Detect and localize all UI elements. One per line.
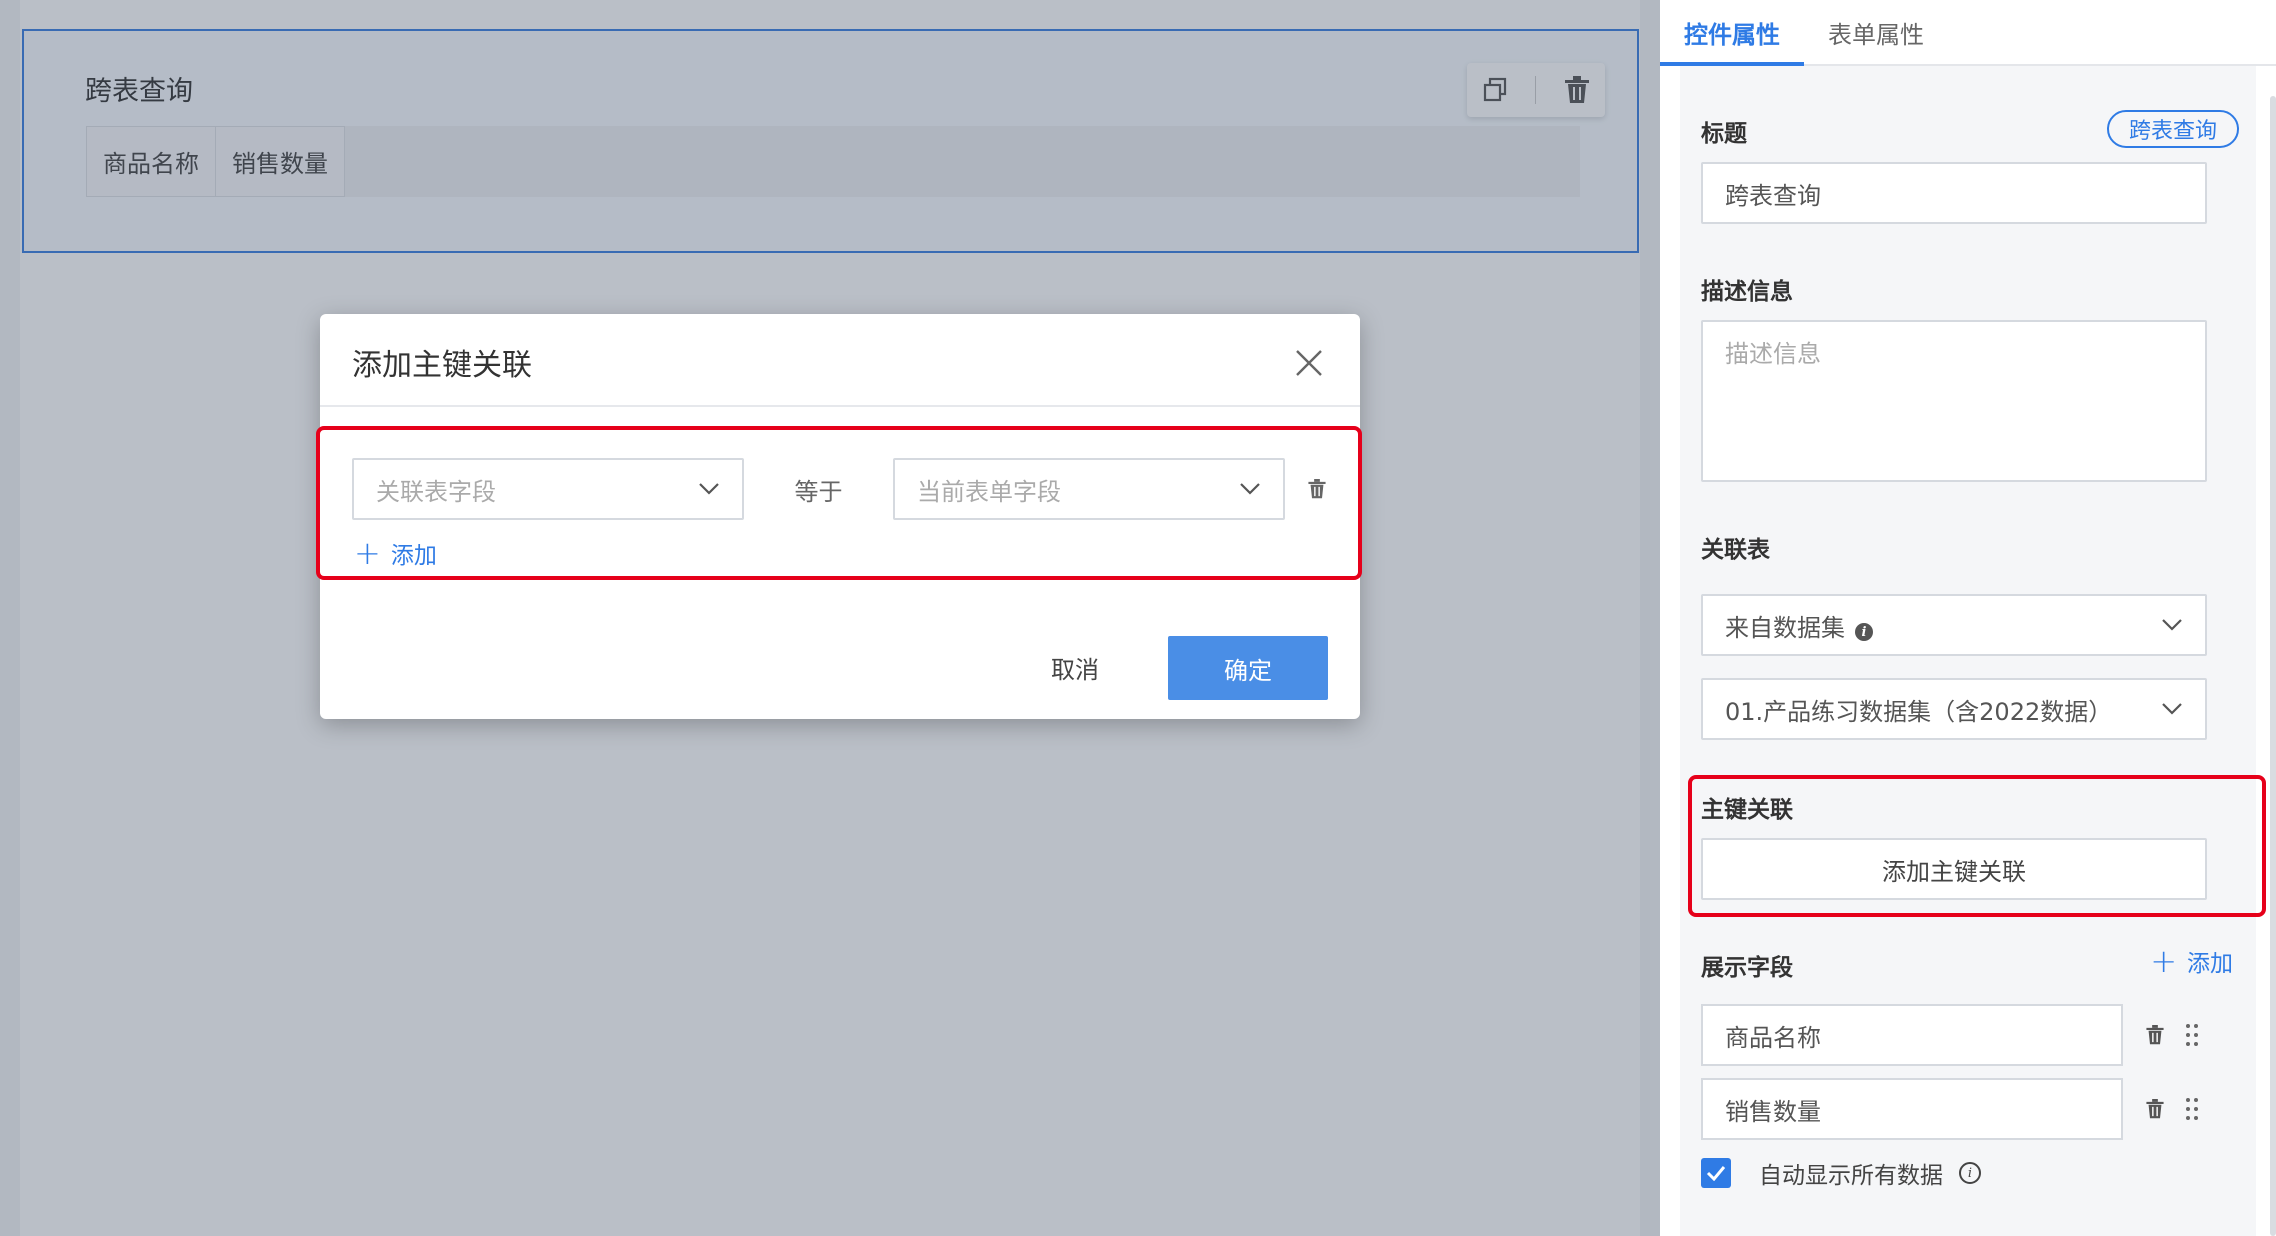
plus-icon: + <box>2150 942 2177 980</box>
trash-icon[interactable] <box>2145 1024 2165 1046</box>
tab-form-properties[interactable]: 表单属性 <box>1804 0 1948 64</box>
display-field-input[interactable]: 销售数量 <box>1701 1078 2123 1140</box>
auto-show-all-checkbox[interactable] <box>1701 1158 1731 1188</box>
title-input[interactable]: 跨表查询 <box>1701 162 2207 224</box>
related-source-select[interactable]: 来自数据集 i <box>1701 594 2207 656</box>
property-panel: 控件属性 表单属性 标题 跨表查询 跨表查询 描述信息 描述信息 关联表 来自数… <box>1660 0 2276 1236</box>
checkmark-icon <box>1706 1166 1726 1181</box>
title-label: 标题 <box>1701 121 1747 147</box>
info-icon[interactable]: i <box>1855 623 1873 641</box>
add-display-field-link[interactable]: + 添加 <box>2150 944 2233 978</box>
dataset-select[interactable]: 01.产品练习数据集（含2022数据） <box>1701 678 2207 740</box>
title-tag[interactable]: 跨表查询 <box>2106 110 2239 148</box>
drag-handle-icon[interactable] <box>2185 1097 2199 1121</box>
add-display-field-label: 添加 <box>2187 951 2233 977</box>
chevron-down-icon <box>2162 703 2182 715</box>
trash-icon[interactable] <box>2145 1098 2165 1120</box>
panel-body: 标题 跨表查询 跨表查询 描述信息 描述信息 关联表 来自数据集 i 01.产品练… <box>1680 66 2256 1236</box>
display-field-row: 销售数量 <box>1701 1078 2231 1140</box>
cancel-button[interactable]: 取消 <box>1010 636 1140 698</box>
display-field-row: 商品名称 <box>1701 1004 2231 1066</box>
field-actions <box>2145 1097 2199 1121</box>
dataset-value: 01.产品练习数据集（含2022数据） <box>1725 697 2113 726</box>
display-field-input[interactable]: 商品名称 <box>1701 1004 2123 1066</box>
related-table-label: 关联表 <box>1701 537 1770 563</box>
confirm-button[interactable]: 确定 <box>1168 636 1328 700</box>
drag-handle-icon[interactable] <box>2185 1023 2199 1047</box>
close-icon[interactable] <box>1294 348 1324 378</box>
panel-scrollbar[interactable] <box>2270 96 2276 1236</box>
auto-show-all-label: 自动显示所有数据 <box>1759 1163 1943 1189</box>
description-textarea[interactable]: 描述信息 <box>1701 320 2207 482</box>
chevron-down-icon <box>2162 619 2182 631</box>
related-source-value: 来自数据集 i <box>1725 608 1873 643</box>
app-root: 跨表查询 商品名称 销售数量 控件属性 表单属性 标题 跨表查询 跨表查询 描述… <box>0 0 2276 1236</box>
description-label: 描述信息 <box>1701 279 1793 305</box>
dialog-header: 添加主键关联 <box>320 314 1360 407</box>
auto-show-all-row: 自动显示所有数据 i <box>1701 1156 1981 1190</box>
panel-tabs: 控件属性 表单属性 <box>1660 0 2276 66</box>
display-fields-label: 展示字段 <box>1701 955 1793 981</box>
tab-control-properties[interactable]: 控件属性 <box>1660 0 1804 66</box>
info-icon[interactable]: i <box>1959 1162 1981 1184</box>
highlight-box <box>316 426 1362 580</box>
dialog-title: 添加主键关联 <box>352 348 532 383</box>
highlight-box <box>1688 775 2266 917</box>
field-actions <box>2145 1023 2199 1047</box>
